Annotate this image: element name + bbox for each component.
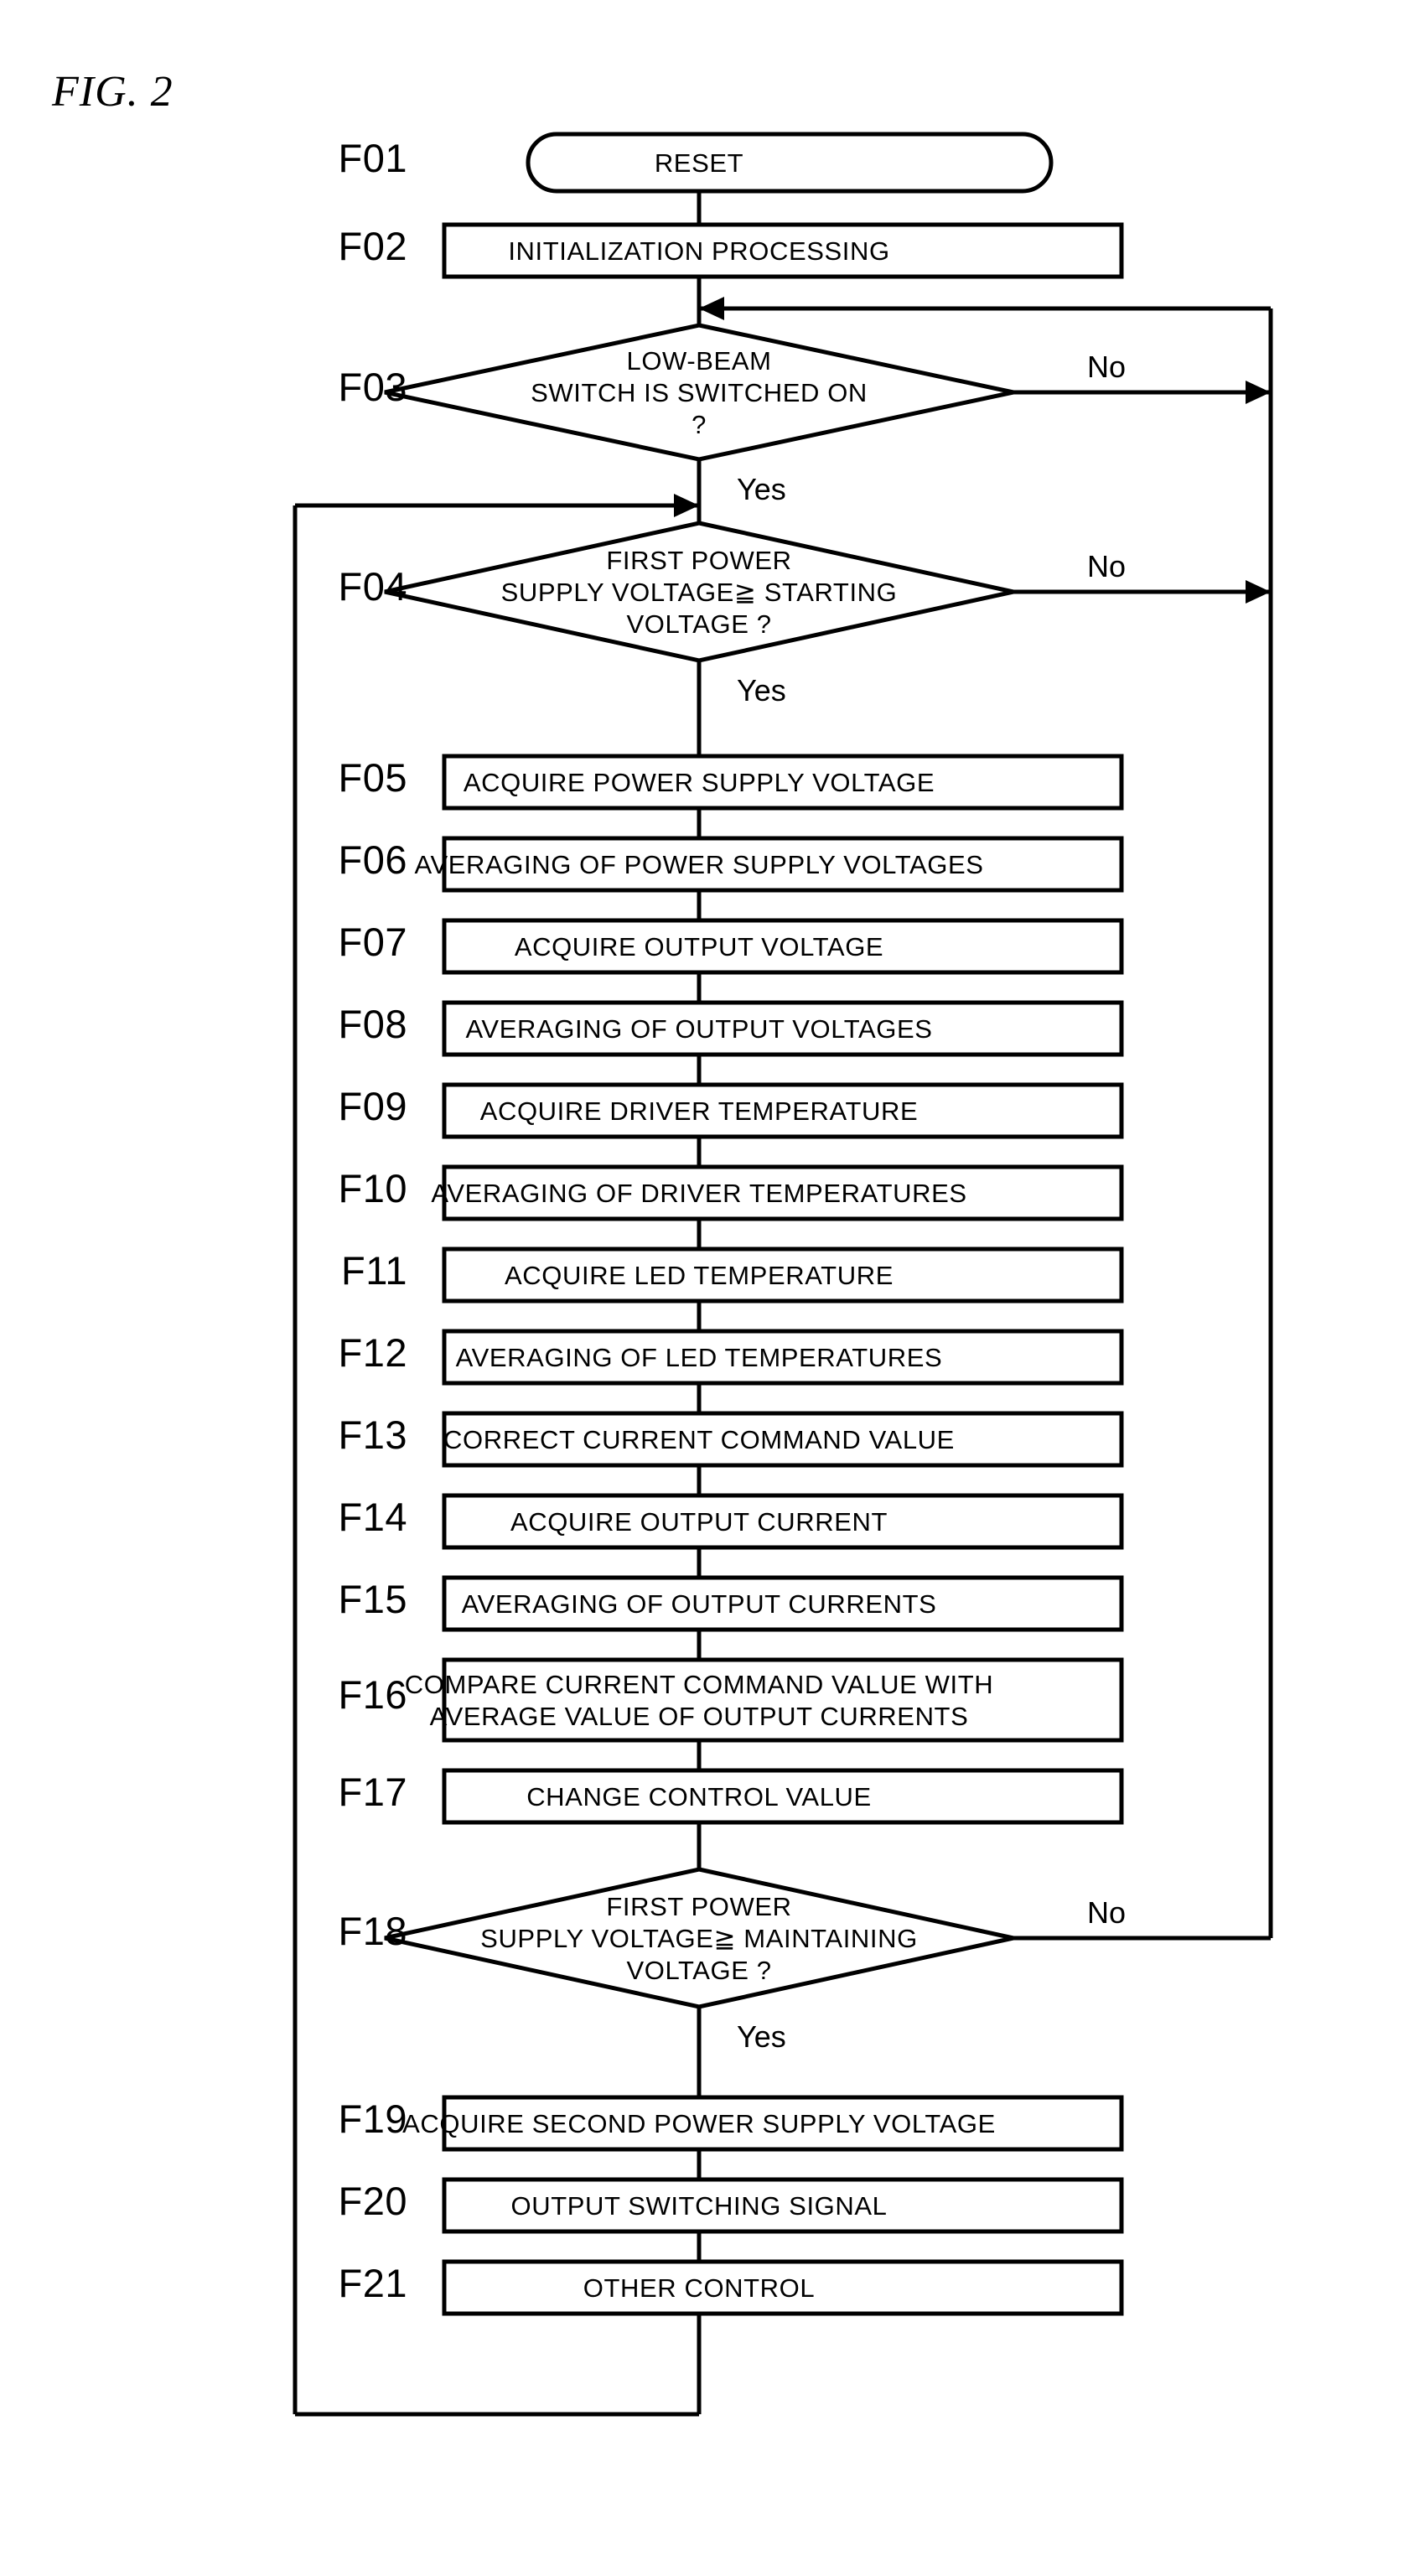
node-label-f13: CORRECT CURRENT COMMAND VALUE [443,1425,955,1454]
node-label-f03: SWITCH IS SWITCHED ON [531,378,868,407]
arrow-f04-no [1246,580,1271,604]
step-id-f18: F18 [339,1909,408,1953]
figure-label: FIG. 2 [51,68,174,116]
node-label-f19: ACQUIRE SECOND POWER SUPPLY VOLTAGE [402,2109,996,2138]
step-id-f17: F17 [339,1770,408,1814]
step-id-f10: F10 [339,1166,408,1210]
step-id-f04: F04 [339,564,408,609]
node-label-f16: COMPARE CURRENT COMMAND VALUE WITH [405,1670,993,1699]
step-id-f12: F12 [339,1330,408,1375]
step-id-f05: F05 [339,755,408,800]
arrow-loop-return [674,494,699,517]
node-label-f04: SUPPLY VOLTAGE≧ STARTING [501,578,898,607]
node-label-f01: RESET [655,148,743,178]
step-id-f07: F07 [339,920,408,964]
shape-layer [384,132,1124,2316]
step-id-f21: F21 [339,2261,408,2305]
node-label-f08: AVERAGING OF OUTPUT VOLTAGES [465,1014,932,1044]
node-label-f04: FIRST POWER [606,546,791,575]
node-shape-f01 [526,132,1054,194]
node-label-f05: ACQUIRE POWER SUPPLY VOLTAGE [464,768,935,797]
branch-label-f18-yes: Yes [737,2019,786,2054]
node-label-f21: OTHER CONTROL [583,2273,815,2303]
step-id-f03: F03 [339,365,408,409]
step-id-f08: F08 [339,1002,408,1046]
branch-label-f18-no: No [1087,1895,1126,1930]
step-id-f02: F02 [339,224,408,268]
node-label-f10: AVERAGING OF DRIVER TEMPERATURES [431,1179,966,1208]
flowchart-diagram: F01 RESET F02 INITIALIZATION PROCESSING F03 L… [0,0,1409,2576]
node-label-f18: SUPPLY VOLTAGE≧ MAINTAINING [480,1924,918,1953]
node-label-f07: ACQUIRE OUTPUT VOLTAGE [515,932,883,961]
node-label-f16: AVERAGE VALUE OF OUTPUT CURRENTS [430,1702,969,1731]
step-id-f06: F06 [339,837,408,882]
node-label-f17: CHANGE CONTROL VALUE [526,1782,872,1811]
node-label-f18: FIRST POWER [606,1892,791,1921]
step-id-f13: F13 [339,1412,408,1457]
branch-label-f03-yes: Yes [737,472,786,506]
step-id-f11: F11 [341,1248,407,1293]
step-id-f09: F09 [339,1084,408,1128]
node-label-f03: ? [692,410,707,439]
node-label-f12: AVERAGING OF LED TEMPERATURES [456,1343,943,1372]
arrow-f03-no [1246,381,1271,404]
branch-label-f04-no: No [1087,549,1126,583]
figure-container: F01 RESET F02 INITIALIZATION PROCESSING F03 L… [0,0,1409,2576]
node-label-f06: AVERAGING OF POWER SUPPLY VOLTAGES [414,850,983,879]
node-label-f11: ACQUIRE LED TEMPERATURE [505,1261,894,1290]
step-id-f14: F14 [339,1495,408,1539]
branch-label-f03-no: No [1087,350,1126,384]
step-id-f19: F19 [339,2097,408,2141]
step-id-f01: F01 [339,136,408,180]
node-label-f03: LOW-BEAM [626,346,771,376]
node-label-f18: VOLTAGE ? [626,1956,771,1985]
step-id-f15: F15 [339,1577,408,1621]
arrow-no-rail-return [699,297,724,320]
node-label-f15: AVERAGING OF OUTPUT CURRENTS [462,1589,937,1619]
node-label-f04: VOLTAGE ? [626,609,771,639]
step-id-f16: F16 [339,1672,408,1717]
step-id-f20: F20 [339,2179,408,2223]
branch-label-f04-yes: Yes [737,673,786,707]
node-label-f20: OUTPUT SWITCHING SIGNAL [511,2191,888,2221]
node-label-f02: INITIALIZATION PROCESSING [508,236,889,266]
node-label-f14: ACQUIRE OUTPUT CURRENT [510,1507,888,1537]
node-label-f09: ACQUIRE DRIVER TEMPERATURE [480,1096,919,1126]
